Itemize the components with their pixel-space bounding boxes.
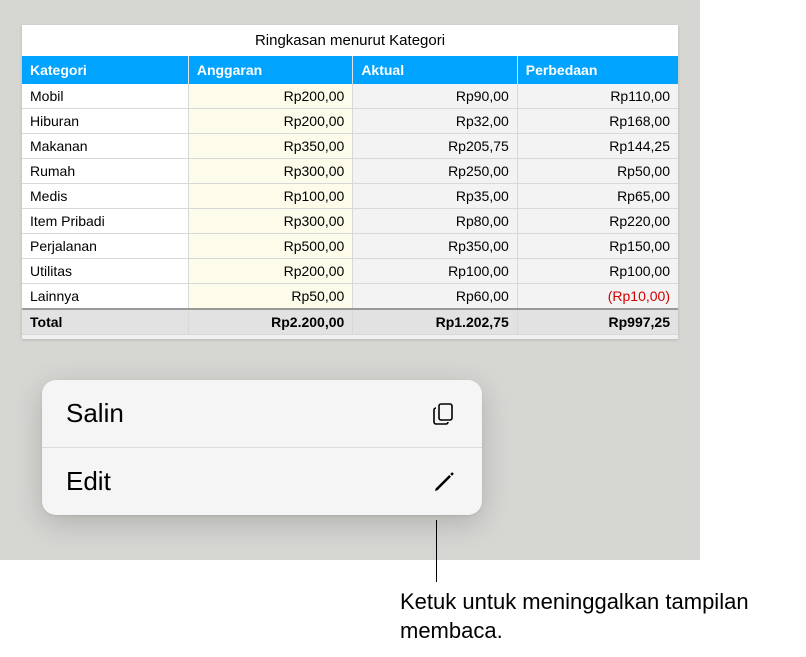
app-container: Ringkasan menurut Kategori Kategori Angg…: [0, 0, 700, 560]
table-row: MakananRp350,00Rp205,75Rp144,25: [22, 134, 678, 159]
cell-budget: Rp200,00: [188, 84, 352, 109]
copy-icon: [430, 400, 458, 428]
table-row: PerjalananRp500,00Rp350,00Rp150,00: [22, 234, 678, 259]
cell-total-diff: Rp997,25: [517, 309, 678, 335]
cell-actual: Rp100,00: [353, 259, 517, 284]
table-row: UtilitasRp200,00Rp100,00Rp100,00: [22, 259, 678, 284]
context-menu: Salin Edit: [42, 380, 482, 515]
table-row: HiburanRp200,00Rp32,00Rp168,00: [22, 109, 678, 134]
cell-category: Perjalanan: [22, 234, 188, 259]
cell-category: Rumah: [22, 159, 188, 184]
table-row: LainnyaRp50,00Rp60,00(Rp10,00): [22, 284, 678, 310]
cell-diff: Rp220,00: [517, 209, 678, 234]
cell-actual: Rp250,00: [353, 159, 517, 184]
header-category: Kategori: [22, 56, 188, 84]
header-actual: Aktual: [353, 56, 517, 84]
cell-budget: Rp300,00: [188, 209, 352, 234]
cell-category: Lainnya: [22, 284, 188, 310]
cell-actual: Rp32,00: [353, 109, 517, 134]
summary-table: Ringkasan menurut Kategori Kategori Angg…: [22, 25, 678, 339]
table-total-row: TotalRp2.200,00Rp1.202,75Rp997,25: [22, 309, 678, 335]
callout-text: Ketuk untuk meninggalkan tampilan membac…: [400, 588, 800, 645]
cell-actual: Rp35,00: [353, 184, 517, 209]
cell-actual: Rp350,00: [353, 234, 517, 259]
cell-diff: Rp65,00: [517, 184, 678, 209]
cell-total-label: Total: [22, 309, 188, 335]
cell-diff: Rp100,00: [517, 259, 678, 284]
cell-category: Makanan: [22, 134, 188, 159]
cell-category: Item Pribadi: [22, 209, 188, 234]
cell-budget: Rp500,00: [188, 234, 352, 259]
table-row: Item PribadiRp300,00Rp80,00Rp220,00: [22, 209, 678, 234]
cell-budget: Rp50,00: [188, 284, 352, 310]
cell-actual: Rp60,00: [353, 284, 517, 310]
cell-actual: Rp90,00: [353, 84, 517, 109]
cell-diff: (Rp10,00): [517, 284, 678, 310]
cell-budget: Rp300,00: [188, 159, 352, 184]
edit-menu-item[interactable]: Edit: [42, 448, 482, 515]
header-budget: Anggaran: [188, 56, 352, 84]
cell-budget: Rp200,00: [188, 109, 352, 134]
cell-category: Hiburan: [22, 109, 188, 134]
cell-category: Mobil: [22, 84, 188, 109]
cell-category: Medis: [22, 184, 188, 209]
table-title: Ringkasan menurut Kategori: [22, 25, 678, 56]
cell-actual: Rp80,00: [353, 209, 517, 234]
table-row: MedisRp100,00Rp35,00Rp65,00: [22, 184, 678, 209]
table-row: MobilRp200,00Rp90,00Rp110,00: [22, 84, 678, 109]
cell-budget: Rp200,00: [188, 259, 352, 284]
callout-line: [436, 520, 437, 582]
cell-diff: Rp150,00: [517, 234, 678, 259]
edit-label: Edit: [66, 466, 111, 497]
cell-total-actual: Rp1.202,75: [353, 309, 517, 335]
cell-budget: Rp350,00: [188, 134, 352, 159]
cell-category: Utilitas: [22, 259, 188, 284]
cell-diff: Rp168,00: [517, 109, 678, 134]
header-diff: Perbedaan: [517, 56, 678, 84]
data-table: Kategori Anggaran Aktual Perbedaan Mobil…: [22, 56, 678, 335]
copy-label: Salin: [66, 398, 124, 429]
cell-budget: Rp100,00: [188, 184, 352, 209]
cell-diff: Rp110,00: [517, 84, 678, 109]
table-row: RumahRp300,00Rp250,00Rp50,00: [22, 159, 678, 184]
pencil-icon: [430, 468, 458, 496]
cell-total-budget: Rp2.200,00: [188, 309, 352, 335]
cell-diff: Rp144,25: [517, 134, 678, 159]
cell-actual: Rp205,75: [353, 134, 517, 159]
cell-diff: Rp50,00: [517, 159, 678, 184]
copy-menu-item[interactable]: Salin: [42, 380, 482, 448]
